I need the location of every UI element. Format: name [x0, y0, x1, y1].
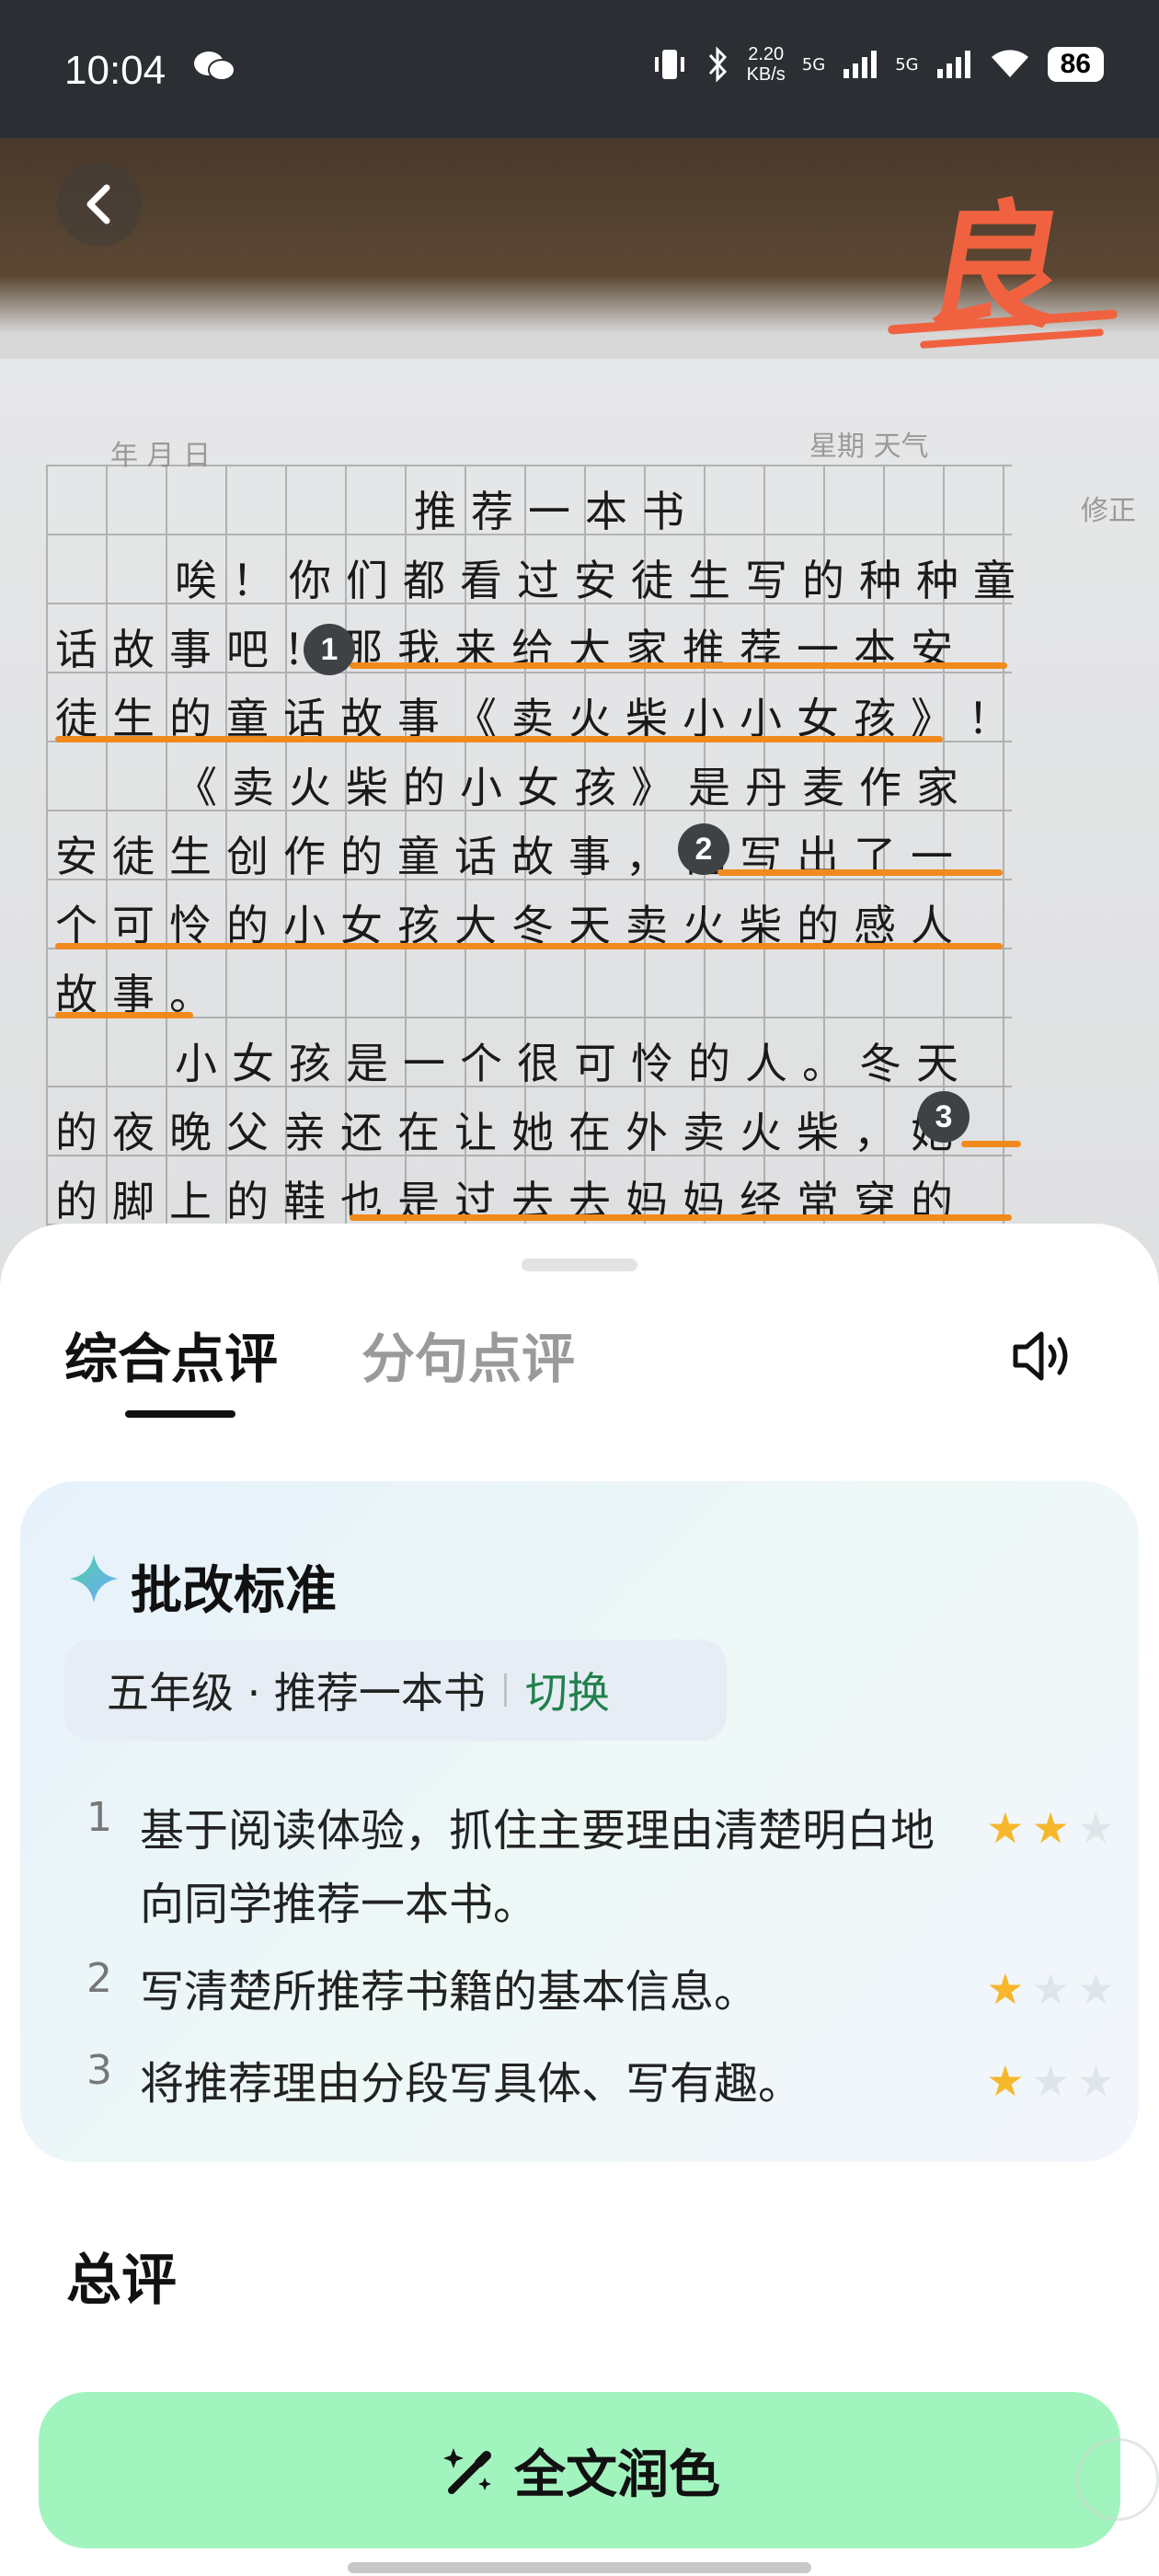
- chevron-left-icon: [86, 184, 110, 224]
- criterion-item: 1 基于阅读体验，抓住主要理由清楚明白地向同学推荐一本书。 ★ ★ ★: [66, 1794, 1115, 1950]
- criterion-number: 1: [86, 1794, 112, 1841]
- highlight-underline: [55, 736, 943, 742]
- bluetooth-icon: [708, 46, 727, 83]
- sparkle-icon: [70, 1555, 118, 1603]
- divider: [503, 1673, 507, 1707]
- highlight-underline: [350, 1214, 1012, 1221]
- signal-icon: [843, 51, 878, 78]
- home-indicator[interactable]: [348, 2562, 811, 2573]
- grade-topic-label: 五年级 · 推荐一本书: [107, 1668, 486, 1718]
- paper-weather-header: 星期 天气: [809, 431, 929, 463]
- polish-button-label: 全文润色: [514, 2444, 720, 2505]
- tab-sentence-review[interactable]: 分句点评: [361, 1316, 575, 1393]
- criterion-item: 2 写清楚所推荐书籍的基本信息。 ★ ★ ★: [66, 1955, 1115, 2029]
- wechat-icon: [194, 52, 235, 81]
- essay-line: 《卖火柴的小女孩》是丹麦作家: [175, 763, 973, 812]
- drag-handle[interactable]: [522, 1259, 637, 1271]
- paper-margin-note: 修正: [1081, 495, 1136, 527]
- status-icons: 2.20 KB/s 5G 5G 86: [651, 44, 1104, 85]
- star-rating: ★ ★ ★: [986, 1968, 1115, 2010]
- status-bar: 10:04 2.20 KB/s 5G 5G 86: [0, 0, 1159, 138]
- star-icon: ★: [986, 2056, 1025, 2106]
- criterion-item: 3 将推荐理由分段写具体、写有趣。 ★ ★ ★: [66, 2047, 1115, 2121]
- criterion-text: 基于阅读体验，抓住主要理由清楚明白地向同学推荐一本书。: [140, 1805, 935, 1930]
- grade-topic-selector[interactable]: 五年级 · 推荐一本书 切换: [64, 1639, 727, 1741]
- network-speed: 2.20 KB/s: [746, 44, 786, 85]
- review-sheet: 综合点评 分句点评 批改标准 五年级 · 推荐一本书 切换 1 基于阅读体验，抓…: [0, 1224, 1159, 2576]
- highlight-underline: [55, 1012, 193, 1018]
- star-icon: ★: [1031, 1803, 1070, 1853]
- essay-line: 的夜晚父亲还在让她在外卖火柴，她: [55, 1108, 968, 1157]
- battery-indicator: 86: [1047, 47, 1104, 82]
- signal-2-label: 5G: [895, 54, 919, 75]
- wifi-icon: [991, 50, 1028, 77]
- star-icon: ★: [986, 1803, 1025, 1853]
- status-time: 10:04: [64, 48, 166, 93]
- essay-photo: 年 月 日 星期 天气 修正 推荐一本书 唉！你们都看过安徒生写的种种童 话故事…: [0, 138, 1159, 1288]
- sentence-marker-3[interactable]: 3: [918, 1091, 970, 1143]
- magic-wand-icon: [443, 2448, 491, 2494]
- polish-full-text-button[interactable]: 全文润色: [39, 2392, 1120, 2548]
- watermark-logo: [1076, 2438, 1159, 2521]
- tab-indicator: [125, 1410, 235, 1418]
- tab-overall-review[interactable]: 综合点评: [64, 1316, 278, 1393]
- switch-button[interactable]: 切换: [525, 1660, 610, 1720]
- highlight-underline: [717, 869, 1003, 876]
- star-icon: ★: [1076, 1803, 1115, 1853]
- signal-icon: [936, 51, 970, 78]
- criterion-number: 2: [86, 1955, 112, 2002]
- grading-criteria-card: 批改标准 五年级 · 推荐一本书 切换 1 基于阅读体验，抓住主要理由清楚明白地…: [20, 1481, 1139, 2162]
- star-icon: ★: [1031, 2056, 1070, 2106]
- star-icon: ★: [986, 1964, 1025, 2014]
- highlight-underline: [55, 943, 1003, 949]
- card-title: 批改标准: [131, 1561, 337, 1621]
- essay-line: 唉！你们都看过安徒生写的种种童: [175, 556, 1030, 605]
- star-icon: ★: [1076, 1964, 1115, 2014]
- back-button[interactable]: [57, 162, 142, 247]
- essay-line: 推荐一本书: [414, 487, 699, 536]
- criterion-number: 3: [86, 2047, 112, 2094]
- vibrate-icon: [654, 50, 684, 79]
- criterion-text: 将推荐理由分段写具体、写有趣。: [140, 2058, 803, 2110]
- criterion-text: 写清楚所推荐书籍的基本信息。: [140, 1966, 759, 2018]
- star-icon: ★: [1031, 1964, 1070, 2014]
- essay-line: 小女孩是一个很可怜的人。冬天: [175, 1039, 973, 1088]
- highlight-underline: [961, 1141, 1021, 1147]
- sentence-marker-2[interactable]: 2: [678, 823, 729, 875]
- star-icon: ★: [1076, 2056, 1115, 2106]
- summary-heading: 总评: [66, 2248, 177, 2313]
- speaker-icon[interactable]: [1010, 1327, 1076, 1386]
- star-rating: ★ ★ ★: [986, 2060, 1115, 2102]
- sentence-marker-1[interactable]: 1: [304, 624, 355, 675]
- star-rating: ★ ★ ★: [986, 1807, 1115, 1849]
- highlight-underline: [350, 662, 1007, 669]
- signal-1-label: 5G: [801, 54, 826, 75]
